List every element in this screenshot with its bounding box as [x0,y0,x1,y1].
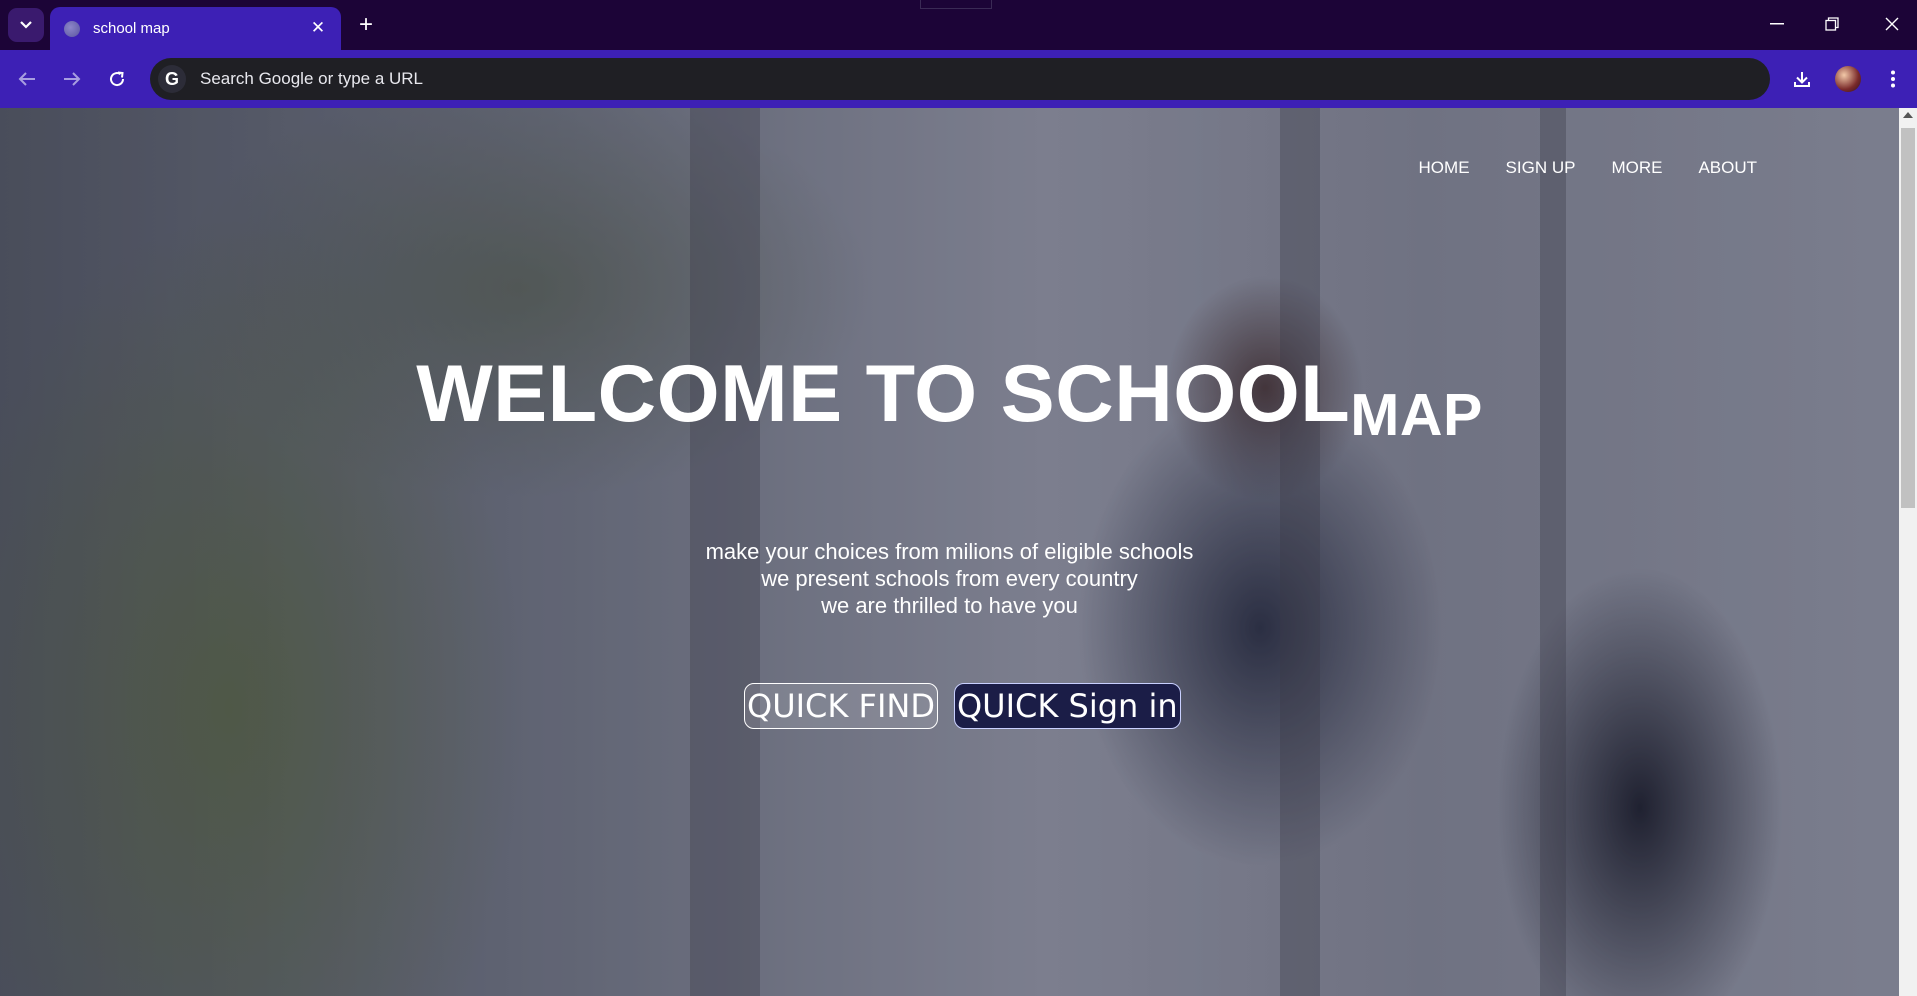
close-icon [1885,17,1899,31]
nav-about[interactable]: ABOUT [1698,158,1757,178]
arrow-right-icon [64,72,81,86]
restore-button[interactable] [1814,10,1850,38]
nav-more[interactable]: MORE [1611,158,1662,178]
back-button[interactable] [12,64,42,94]
new-tab-button[interactable]: + [352,11,380,39]
hero-tagline: make your choices from milions of eligib… [0,538,1899,619]
omnibox[interactable]: G Search Google or type a URL [150,58,1770,100]
download-icon [1794,72,1810,87]
profile-avatar[interactable] [1835,66,1861,92]
hero-title-main: WELCOME TO SCHOOL [416,349,1351,439]
tagline-line: make your choices from milions of eligib… [705,539,1194,564]
tagline-line: we are thrilled to have you [821,593,1078,618]
close-tab-icon[interactable]: ✕ [307,17,329,39]
minimize-button[interactable] [1759,10,1795,38]
chevron-down-icon [20,21,32,29]
tab-title: school map [93,20,170,37]
tagline-line: we present schools from every country [761,566,1138,591]
site-nav: HOME SIGN UP MORE ABOUT [1419,158,1757,178]
forward-button[interactable] [57,64,87,94]
page-scrollbar[interactable] [1899,108,1917,996]
arrow-left-icon [18,72,35,86]
close-window-button[interactable] [1874,10,1910,38]
hero-title: WELCOME TO SCHOOLMAP [0,348,1899,448]
nav-sign-up[interactable]: SIGN UP [1506,158,1576,178]
quick-find-button[interactable]: QUICK FIND [744,683,938,729]
reload-button[interactable] [102,64,132,94]
browser-toolbar: G Search Google or type a URL [0,50,1917,108]
scroll-thumb[interactable] [1901,128,1915,508]
page-viewport: HOME SIGN UP MORE ABOUT WELCOME TO SCHOO… [0,108,1899,996]
globe-icon [64,20,80,37]
tab-school-map[interactable]: school map ✕ [50,7,341,50]
downloads-button[interactable] [1787,64,1817,94]
quick-sign-in-button[interactable]: QUICK Sign in [953,683,1181,729]
more-vert-icon [1891,70,1895,88]
scroll-up-arrow-icon[interactable] [1903,112,1913,118]
reload-icon [110,71,125,87]
restore-icon [1825,17,1839,31]
nav-home[interactable]: HOME [1419,158,1470,178]
hero-title-sub: MAP [1350,382,1483,448]
hero-actions: QUICK FIND QUICK Sign in [744,683,1181,729]
google-icon: G [158,65,186,93]
window-drag-notch [920,0,992,9]
minimize-icon [1770,23,1784,25]
menu-button[interactable] [1878,64,1908,94]
omnibox-placeholder: Search Google or type a URL [200,69,424,88]
tab-search-button[interactable] [8,8,44,42]
browser-tab-strip: school map ✕ + [0,0,1917,50]
